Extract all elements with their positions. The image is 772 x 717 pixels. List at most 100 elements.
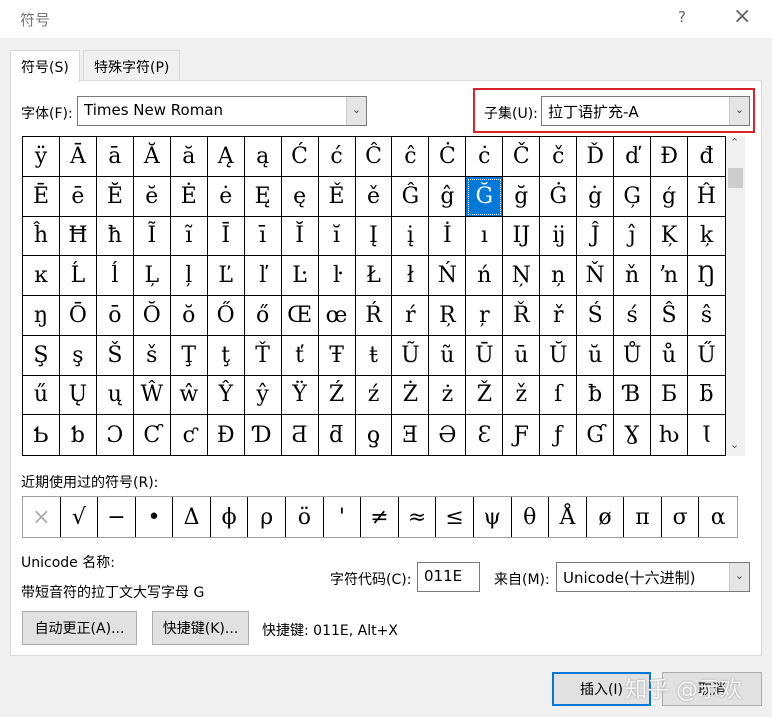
symbol-cell[interactable]: Ě: [318, 176, 356, 217]
symbol-cell[interactable]: ũ: [429, 335, 467, 376]
symbol-cell[interactable]: Ÿ: [281, 375, 319, 416]
symbol-cell[interactable]: Ř: [503, 296, 541, 336]
symbol-cell[interactable]: Ǝ: [392, 415, 430, 455]
symbol-cell[interactable]: Ŵ: [133, 375, 171, 416]
recent-symbol-cell[interactable]: •: [136, 497, 174, 537]
symbol-cell[interactable]: ī: [244, 216, 282, 257]
symbol-cell[interactable]: ę: [281, 176, 319, 217]
symbol-cell[interactable]: ď: [614, 137, 652, 177]
recent-symbol-cell[interactable]: Å: [549, 497, 587, 537]
symbol-cell[interactable]: ż: [429, 375, 467, 416]
symbol-cell[interactable]: ć: [318, 137, 356, 177]
symbol-cell[interactable]: Ņ: [503, 256, 541, 296]
symbol-cell[interactable]: ă: [170, 137, 208, 177]
symbol-cell[interactable]: ű: [23, 375, 60, 416]
autocorrect-button[interactable]: 自动更正(A)...: [22, 611, 137, 645]
symbol-cell[interactable]: ŏ: [170, 296, 208, 336]
symbol-cell[interactable]: Ł: [355, 256, 393, 296]
symbol-cell[interactable]: Ɓ: [614, 375, 652, 416]
symbol-cell[interactable]: İ: [429, 216, 467, 257]
symbol-cell[interactable]: ś: [614, 296, 652, 336]
symbol-cell[interactable]: Ɔ: [97, 415, 134, 455]
symbol-cell[interactable]: Ĥ: [688, 177, 725, 217]
recent-symbol-cell[interactable]: ≈: [399, 497, 437, 537]
symbol-cell[interactable]: Ĕ: [96, 176, 134, 217]
scroll-up-icon[interactable]: ⌃: [730, 136, 739, 149]
symbol-cell[interactable]: ľ: [244, 256, 282, 296]
symbol-cell[interactable]: ċ: [466, 137, 504, 177]
recent-symbol-cell[interactable]: π: [624, 497, 662, 537]
symbol-cell[interactable]: ł: [392, 256, 430, 296]
symbol-cell[interactable]: ŵ: [170, 375, 208, 416]
symbol-cell[interactable]: Ɣ: [614, 415, 652, 455]
symbol-cell[interactable]: Ā: [59, 137, 97, 177]
symbol-cell[interactable]: Đ: [651, 137, 689, 177]
symbol-cell[interactable]: ƕ: [651, 415, 689, 455]
symbol-cell[interactable]: Ġ: [540, 176, 578, 217]
symbol-cell[interactable]: ğ: [503, 176, 541, 217]
recent-symbol-cell[interactable]: ø: [587, 497, 625, 537]
symbol-cell[interactable]: ƀ: [577, 375, 615, 416]
symbol-cell[interactable]: Ŏ: [133, 296, 171, 336]
symbol-cell[interactable]: ļ: [170, 256, 208, 296]
symbol-cell[interactable]: Ģ: [614, 176, 652, 217]
recent-symbol-cell[interactable]: √: [61, 497, 99, 537]
recent-symbol-cell[interactable]: ρ: [248, 497, 287, 537]
symbol-cell[interactable]: Ē: [23, 176, 60, 217]
tab-special-chars[interactable]: 特殊字符(P): [83, 50, 181, 81]
scroll-thumb[interactable]: [728, 168, 743, 188]
symbol-cell[interactable]: ħ: [96, 216, 134, 257]
symbol-cell[interactable]: ţ: [207, 335, 245, 376]
symbol-cell[interactable]: ň: [614, 256, 652, 296]
symbol-cell[interactable]: Č: [503, 137, 541, 177]
recent-symbol-cell[interactable]: σ: [662, 497, 700, 537]
symbol-cell[interactable]: ŝ: [688, 296, 725, 336]
symbol-cell[interactable]: Ő: [207, 296, 245, 336]
symbol-cell[interactable]: ą: [244, 137, 282, 177]
font-select[interactable]: Times New Roman ⌄: [77, 96, 367, 126]
symbol-cell[interactable]: ķ: [688, 217, 725, 257]
symbol-cell[interactable]: Ğ: [466, 176, 504, 217]
symbol-cell[interactable]: Ŗ: [429, 296, 467, 336]
symbol-cell[interactable]: Ļ: [133, 256, 171, 296]
recent-symbol-cell[interactable]: ≠: [361, 497, 399, 537]
symbol-cell[interactable]: ƍ: [356, 415, 393, 455]
symbol-cell[interactable]: Ź: [318, 375, 356, 416]
symbol-cell[interactable]: Ű: [688, 336, 725, 376]
close-button[interactable]: ×: [733, 4, 751, 29]
symbol-cell[interactable]: Ĵ: [577, 216, 615, 257]
symbol-cell[interactable]: Ń: [429, 256, 467, 296]
recent-symbol-cell[interactable]: ×: [23, 497, 61, 537]
symbol-cell[interactable]: ě: [355, 176, 393, 217]
shortcut-key-button[interactable]: 快捷键(K)...: [152, 611, 249, 645]
symbol-cell[interactable]: Ž: [466, 375, 504, 416]
symbol-cell[interactable]: đ: [688, 137, 725, 177]
recent-symbol-cell[interactable]: ': [324, 497, 362, 537]
symbol-cell[interactable]: Ş: [23, 335, 60, 376]
symbol-cell[interactable]: ı: [466, 216, 504, 257]
symbol-cell[interactable]: Ĭ: [281, 216, 319, 257]
symbol-cell[interactable]: Ɖ: [208, 415, 245, 455]
symbol-cell[interactable]: ġ: [577, 176, 615, 217]
symbol-cell[interactable]: Ƃ: [651, 375, 689, 416]
symbol-cell[interactable]: Ī: [207, 216, 245, 257]
chevron-down-icon[interactable]: ⌄: [729, 97, 749, 125]
symbol-cell[interactable]: Ň: [577, 256, 615, 296]
symbol-cell[interactable]: ź: [355, 375, 393, 416]
symbol-cell[interactable]: Ĩ: [133, 216, 171, 257]
recent-symbol-cell[interactable]: ϕ: [211, 497, 249, 537]
symbol-cell[interactable]: ĉ: [392, 137, 430, 177]
symbol-cell[interactable]: Š: [96, 335, 134, 376]
symbol-cell[interactable]: š: [133, 335, 171, 376]
subset-select[interactable]: 拉丁语扩充-A ⌄: [541, 96, 750, 126]
recent-symbol-cell[interactable]: ≤: [436, 497, 474, 537]
symbol-cell[interactable]: ŭ: [577, 335, 615, 376]
recent-symbol-cell[interactable]: ö: [286, 497, 324, 537]
symbol-cell[interactable]: Ɠ: [577, 415, 615, 455]
recent-symbol-cell[interactable]: −: [98, 497, 136, 537]
symbol-cell[interactable]: ĕ: [133, 176, 171, 217]
symbol-cell[interactable]: ĩ: [170, 216, 208, 257]
recent-symbol-cell[interactable]: Δ: [173, 497, 211, 537]
from-select[interactable]: Unicode(十六进制) ⌄: [556, 562, 750, 592]
symbol-cell[interactable]: Ŝ: [651, 296, 689, 336]
